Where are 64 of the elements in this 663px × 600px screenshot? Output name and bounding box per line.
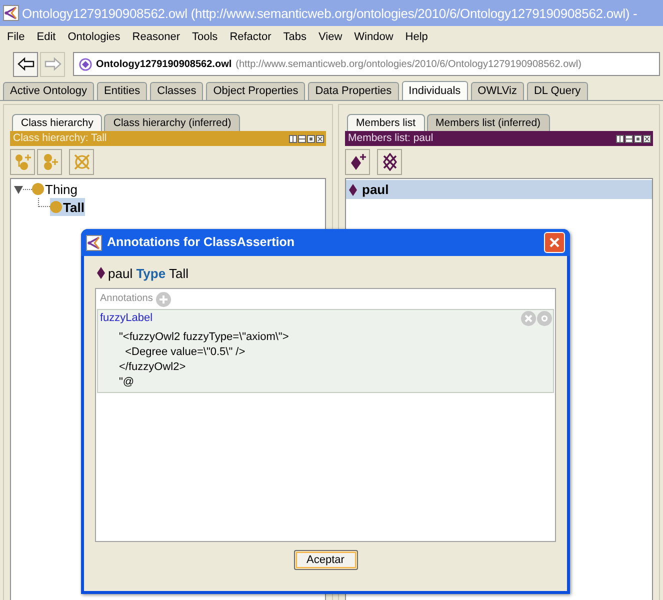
diamond-plus-icon bbox=[348, 152, 366, 170]
view-tab[interactable]: Members list bbox=[347, 114, 425, 131]
app-logo-icon bbox=[86, 234, 102, 250]
diamond-icon bbox=[97, 267, 105, 279]
close-view-icon[interactable] bbox=[643, 134, 651, 142]
annotation-value: "<fuzzyOwl2 fuzzyType=\"axiom\"> <Degree value=\"0.5\" /> </fuzzyOwl2> "@ bbox=[118, 330, 290, 390]
menu-item[interactable]: Window bbox=[354, 28, 394, 46]
tree-item[interactable]: Tall bbox=[50, 198, 86, 216]
view-title: Class hierarchy: Tall bbox=[13, 133, 107, 144]
tab[interactable]: Data Properties bbox=[308, 82, 399, 100]
subclass-plus-icon bbox=[14, 152, 32, 170]
ontology-iri: (http://www.semanticweb.org/ontologies/2010/6/Ontology1279190908562.owl) bbox=[236, 58, 582, 72]
window-title: Ontology1279190908562.owl (http://www.semanticweb.org/ontologies/2010/6/Ontology1279190908562.owl) - bbox=[22, 6, 638, 20]
tab[interactable]: OWLViz bbox=[470, 82, 524, 100]
stacked-view-icon[interactable] bbox=[625, 134, 633, 142]
class-icon bbox=[50, 201, 62, 213]
ontology-icon bbox=[79, 58, 92, 70]
crossed-circle-icon bbox=[72, 152, 90, 170]
maximize-icon[interactable] bbox=[307, 134, 315, 142]
menu-item[interactable]: Help bbox=[405, 28, 428, 46]
axiom-text: paul Type Tall bbox=[108, 266, 188, 280]
view-title: Members list: paul bbox=[348, 133, 434, 144]
maximize-icon[interactable] bbox=[634, 134, 642, 142]
delete-individual-button[interactable] bbox=[377, 148, 402, 174]
class-icon bbox=[32, 183, 44, 195]
view-tab[interactable]: Members list (inferred) bbox=[426, 114, 550, 131]
menu-item[interactable]: Reasoner bbox=[132, 28, 180, 46]
dialog-title: Annotations for ClassAssertion bbox=[107, 236, 295, 249]
left-arrow-icon bbox=[16, 56, 34, 72]
menu-item[interactable]: Refactor bbox=[230, 28, 272, 46]
add-individual-button[interactable] bbox=[345, 148, 370, 174]
close-icon bbox=[549, 237, 560, 248]
down-triangle-icon[interactable] bbox=[14, 184, 23, 194]
split-view-icon[interactable] bbox=[289, 134, 297, 142]
menu-item[interactable]: Ontologies bbox=[68, 28, 120, 46]
back-button[interactable] bbox=[13, 52, 38, 76]
menu-item[interactable]: View bbox=[318, 28, 342, 46]
menu-item[interactable]: Edit bbox=[36, 28, 56, 46]
member-item[interactable]: paul bbox=[346, 180, 652, 199]
diamond-icon bbox=[349, 184, 357, 196]
tab[interactable]: DL Query bbox=[526, 82, 588, 100]
close-view-icon[interactable] bbox=[316, 134, 324, 142]
tab[interactable]: Classes bbox=[150, 82, 204, 100]
split-view-icon[interactable] bbox=[616, 134, 624, 142]
tab[interactable]: Object Properties bbox=[206, 82, 306, 100]
view-tab[interactable]: Class hierarchy (inferred) bbox=[104, 114, 240, 131]
menu-item[interactable]: Tools bbox=[192, 28, 218, 46]
ontology-selector[interactable]: Ontology1279190908562.owl (http://www.semanticweb.org/ontologies/2010/6/Ontology1279190908562.owl) bbox=[73, 52, 660, 76]
stacked-view-icon[interactable] bbox=[298, 134, 306, 142]
accept-button[interactable]: Aceptar bbox=[294, 550, 358, 570]
tab[interactable]: Entities bbox=[97, 82, 148, 100]
crossed-diamond-icon bbox=[380, 152, 398, 170]
tab[interactable]: Active Ontology bbox=[3, 82, 94, 100]
annotations-label: Annotations bbox=[100, 294, 153, 304]
view-tab[interactable]: Class hierarchy bbox=[12, 114, 102, 131]
app-logo-icon bbox=[3, 5, 19, 21]
menu-item[interactable]: Tabs bbox=[283, 28, 307, 46]
annotation-property: fuzzyLabel bbox=[100, 313, 153, 324]
right-arrow-icon bbox=[44, 56, 62, 72]
tab[interactable]: Individuals bbox=[402, 81, 468, 100]
menu-item[interactable]: File bbox=[7, 28, 25, 46]
ontology-name: Ontology1279190908562.owl bbox=[96, 58, 232, 72]
close-button[interactable] bbox=[544, 232, 565, 253]
tree-item[interactable]: Thing bbox=[32, 180, 79, 198]
